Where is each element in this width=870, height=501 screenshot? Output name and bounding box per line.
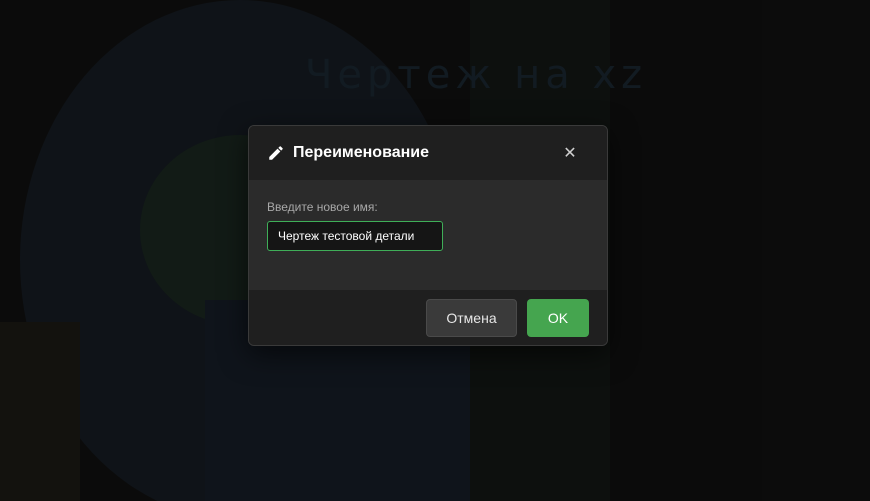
dialog-footer: Отмена OK [249,290,607,345]
name-field-label: Введите новое имя: [267,200,378,214]
dialog-body: Введите новое имя: [249,180,607,290]
close-icon[interactable]: ✕ [559,142,581,164]
dialog-title: Переименование [293,144,429,161]
ok-button[interactable]: OK [527,298,589,337]
name-input[interactable] [267,221,443,251]
pencil-icon [267,144,285,162]
dialog-header: Переименование ✕ [249,126,607,180]
cancel-button[interactable]: Отмена [426,298,517,337]
rename-dialog: Переименование ✕ Введите новое имя: Отме… [248,125,608,346]
